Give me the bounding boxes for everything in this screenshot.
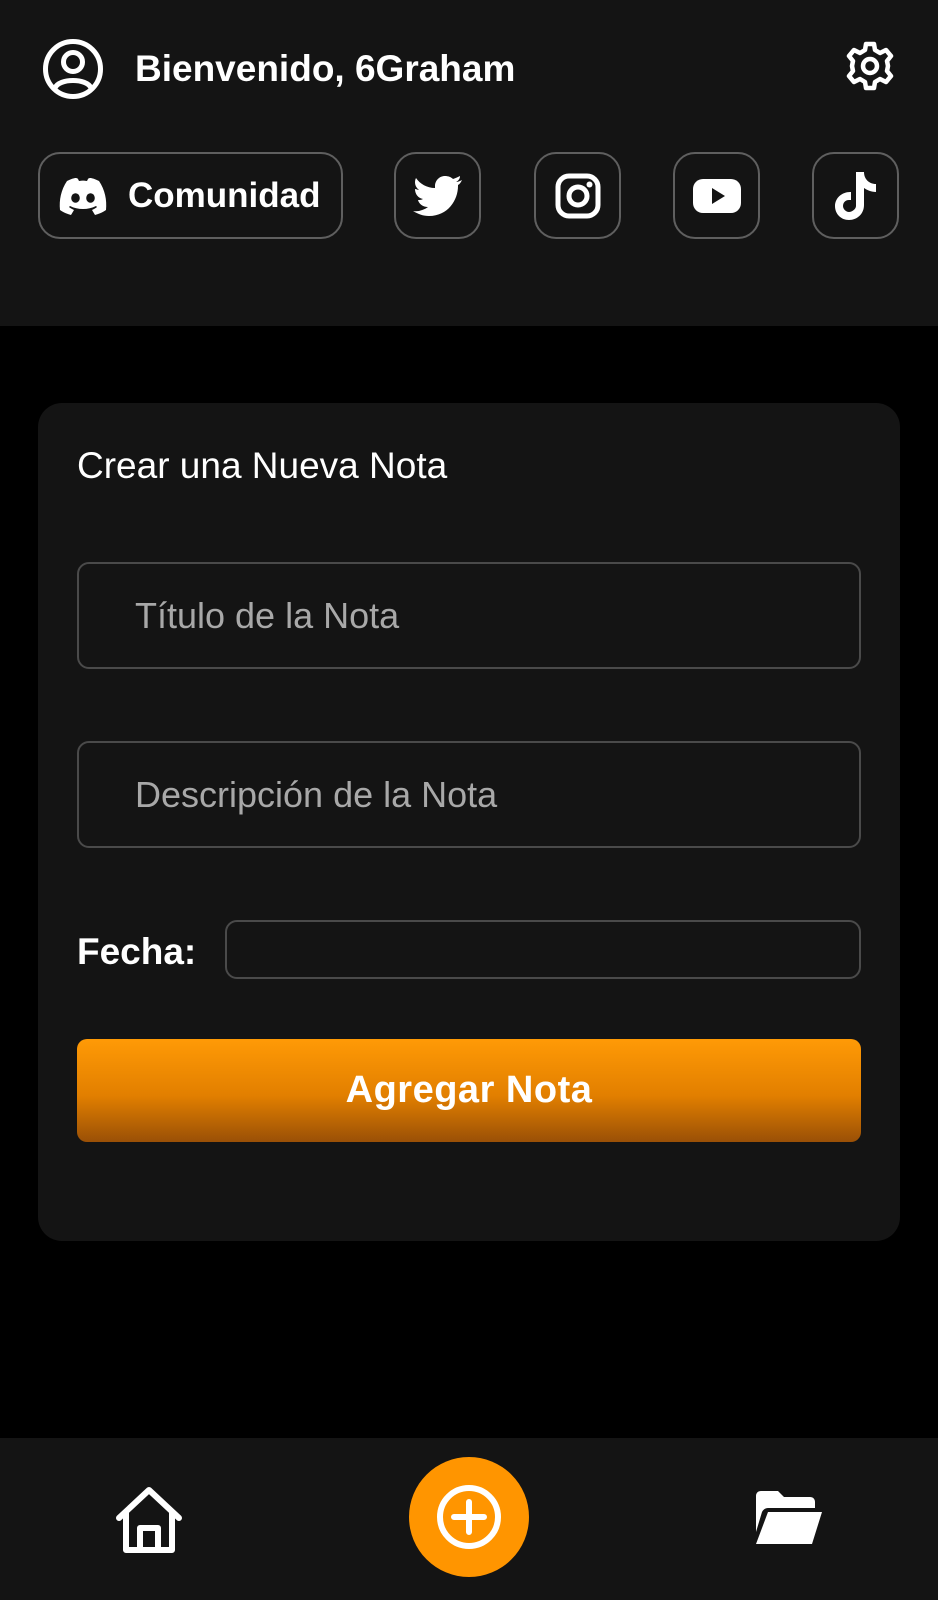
form-title: Crear una Nueva Nota xyxy=(77,445,448,486)
new-note-card: Crear una Nueva Nota Fecha: Agregar Nota xyxy=(38,403,900,1241)
folder-open-icon[interactable] xyxy=(754,1488,824,1548)
tiktok-icon xyxy=(834,171,876,220)
instagram-button[interactable] xyxy=(534,152,621,239)
twitter-button[interactable] xyxy=(394,152,481,239)
discord-icon xyxy=(59,177,107,215)
note-description-input[interactable] xyxy=(77,741,861,848)
top-header: Bienvenido, 6Graham Comunidad xyxy=(0,0,938,326)
bottom-nav xyxy=(0,1438,938,1600)
youtube-icon xyxy=(692,178,741,213)
date-label: Fecha: xyxy=(77,931,197,972)
user-circle-icon[interactable] xyxy=(42,38,104,100)
instagram-icon xyxy=(555,173,600,218)
add-note-nav-button[interactable] xyxy=(409,1457,529,1577)
community-label: Comunidad xyxy=(128,175,321,215)
home-icon[interactable] xyxy=(113,1484,185,1556)
community-button[interactable]: Comunidad xyxy=(38,152,343,239)
welcome-text: Bienvenido, 6Graham xyxy=(135,48,516,89)
gear-icon[interactable] xyxy=(844,40,896,92)
note-title-input[interactable] xyxy=(77,562,861,669)
add-note-button[interactable]: Agregar Nota xyxy=(77,1039,861,1142)
tiktok-button[interactable] xyxy=(812,152,899,239)
twitter-icon xyxy=(412,175,462,216)
date-input[interactable] xyxy=(225,920,861,979)
youtube-button[interactable] xyxy=(673,152,760,239)
plus-circle-icon xyxy=(437,1485,501,1549)
